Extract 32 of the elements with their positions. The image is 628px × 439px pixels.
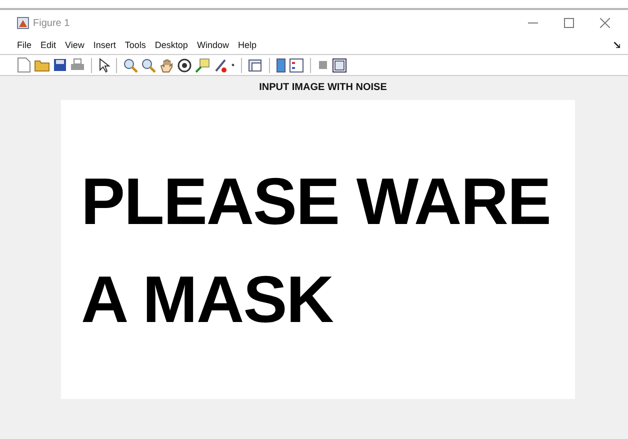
window-title: Figure 1 — [33, 18, 70, 28]
menu-item[interactable]: Edit — [40, 40, 56, 50]
menu-item[interactable]: Tools — [124, 40, 146, 50]
menu-item[interactable]: Window — [196, 40, 229, 50]
close-icon[interactable] — [600, 18, 610, 28]
save-icon[interactable] — [53, 58, 67, 72]
rotate-icon[interactable] — [177, 58, 192, 72]
menu-item[interactable]: Help — [238, 40, 256, 50]
legend-icon[interactable] — [289, 58, 304, 72]
menu-item[interactable]: View — [65, 40, 84, 50]
link-plot-icon[interactable] — [248, 58, 263, 72]
zoom-in-icon[interactable] — [123, 58, 138, 72]
data-cursor-icon[interactable] — [195, 58, 210, 72]
folder-icon[interactable] — [34, 58, 50, 72]
new-file-icon[interactable] — [17, 57, 31, 73]
dock-arrow-icon[interactable] — [614, 42, 620, 48]
colorbar-icon[interactable] — [276, 58, 286, 72]
zoom-out-icon[interactable] — [141, 58, 156, 72]
axes-title: INPUT IMAGE WITH NOISE — [259, 82, 387, 95]
menu-item[interactable]: Desktop — [154, 40, 188, 50]
app-icon — [17, 17, 29, 29]
square-icon[interactable] — [317, 59, 329, 71]
pointer-icon[interactable] — [98, 58, 110, 72]
maximize-icon[interactable] — [564, 18, 574, 28]
image-text: PLEASE WARE — [81, 164, 552, 238]
hand-icon[interactable] — [159, 58, 174, 72]
image-text: A MASK — [81, 262, 334, 336]
brush-icon[interactable] — [213, 58, 228, 72]
menu-item[interactable]: File — [17, 40, 32, 50]
print-icon[interactable] — [70, 58, 85, 72]
menu-item[interactable]: Insert — [93, 40, 116, 50]
window-icon[interactable] — [332, 58, 347, 72]
